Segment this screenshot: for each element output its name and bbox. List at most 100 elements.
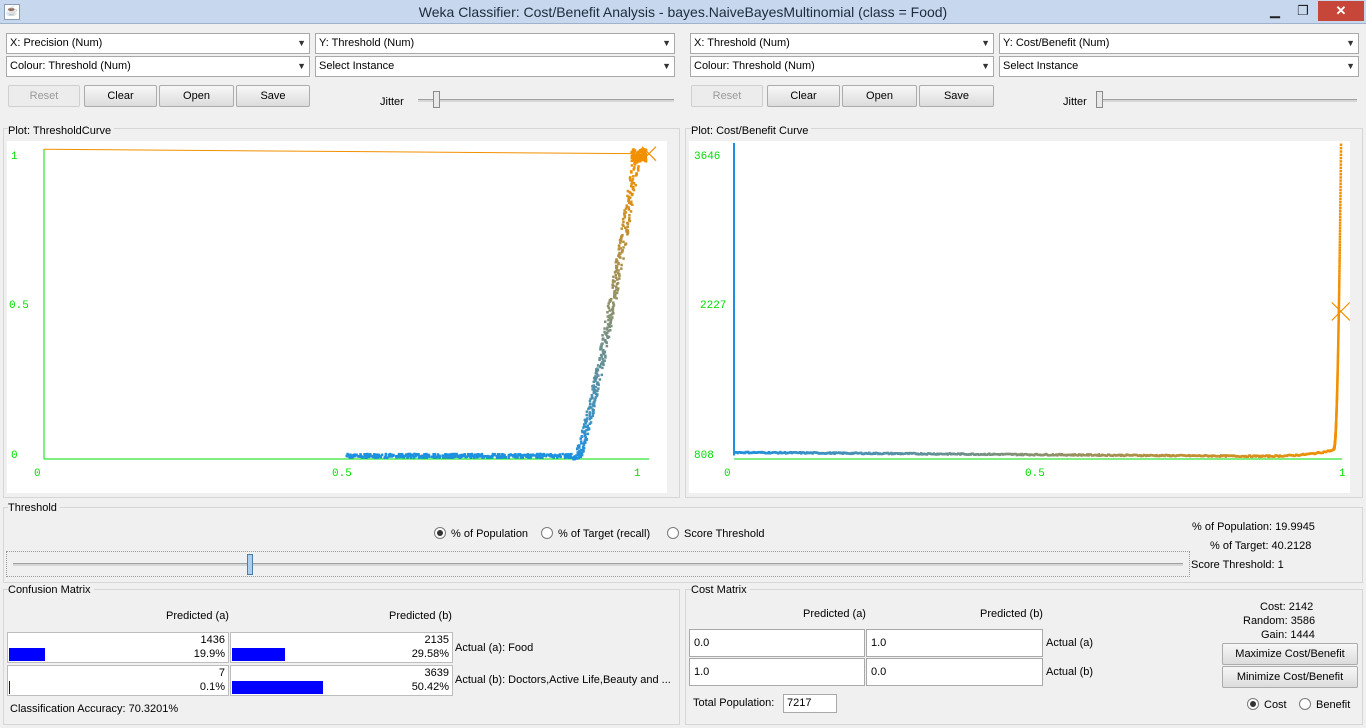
- minimize-button[interactable]: ▁: [1262, 1, 1288, 21]
- radio-pct-population[interactable]: % of Population: [434, 527, 528, 540]
- left-y-tick-mid: 0.5: [9, 300, 29, 312]
- left-curve-point: [463, 453, 467, 456]
- left-curve-point: [618, 251, 621, 255]
- cost-benefit-plot[interactable]: 3646 2227 808 0 0.5 1: [689, 141, 1351, 493]
- left-curve-point: [501, 453, 505, 457]
- left-select-instance-value: Select Instance: [319, 60, 395, 72]
- left-jitter-track: [418, 99, 674, 102]
- left-curve-point: [593, 398, 597, 401]
- right-jitter-slider[interactable]: [1096, 91, 1103, 108]
- radio-pct-target[interactable]: % of Target (recall): [541, 527, 650, 540]
- cost-cell-ab[interactable]: 1.0: [866, 629, 1043, 657]
- cost-cell-aa[interactable]: 0.0: [689, 629, 865, 657]
- right-curve-point: [1339, 163, 1343, 166]
- cost-cell-ba[interactable]: 1.0: [689, 658, 865, 686]
- minimize-cost-benefit-button[interactable]: Minimize Cost/Benefit: [1222, 666, 1358, 688]
- right-save-button[interactable]: Save: [919, 85, 994, 107]
- left-curve-point: [608, 309, 611, 312]
- right-reset-button[interactable]: Reset: [691, 85, 763, 107]
- cost-col-predicted-b: Predicted (b): [980, 608, 1043, 620]
- right-curve-point: [1338, 232, 1342, 236]
- threshold-slider[interactable]: [6, 551, 1190, 577]
- radio-cost[interactable]: Cost: [1247, 698, 1287, 711]
- left-curve-point: [508, 453, 512, 457]
- right-curve-point: [1339, 156, 1343, 160]
- chevron-down-icon: ▼: [662, 61, 671, 71]
- left-curve-point: [616, 281, 620, 285]
- right-curve-point: [1339, 188, 1342, 192]
- threshold-curve-plot[interactable]: 1 0.5 0 0 0.5 1: [7, 141, 667, 493]
- right-clear-button[interactable]: Clear: [767, 85, 840, 107]
- left-colour-select[interactable]: Colour: Threshold (Num) ▼: [6, 56, 310, 77]
- stat-pct-target: % of Target: 40.2128: [1210, 540, 1312, 552]
- stat-score-threshold: Score Threshold: 1: [1191, 559, 1284, 571]
- right-curve-point: [1337, 300, 1341, 304]
- chevron-down-icon: ▼: [662, 38, 671, 48]
- left-curve-point: [580, 429, 584, 433]
- right-select-instance[interactable]: Select Instance ▼: [999, 56, 1359, 77]
- left-jitter-label: Jitter: [380, 96, 404, 108]
- left-curve-point: [632, 185, 635, 189]
- left-curve-point: [635, 172, 638, 175]
- maximize-cost-benefit-button[interactable]: Maximize Cost/Benefit: [1222, 643, 1358, 665]
- radio-dot-selected: [1247, 698, 1259, 710]
- right-curve-point: [1338, 224, 1342, 227]
- left-curve-point: [588, 411, 592, 414]
- total-population-input[interactable]: 7217: [783, 694, 837, 713]
- left-curve-point: [610, 324, 613, 328]
- confusion-col-predicted-b: Predicted (b): [389, 610, 452, 622]
- left-curve-point: [620, 263, 623, 267]
- right-y-axis-select[interactable]: Y: Cost/Benefit (Num) ▼: [999, 33, 1359, 54]
- left-curve-point: [530, 453, 534, 457]
- left-clear-button[interactable]: Clear: [84, 85, 157, 107]
- left-y-tick-top: 1: [11, 151, 18, 163]
- radio-benefit[interactable]: Benefit: [1299, 698, 1350, 711]
- left-select-instance[interactable]: Select Instance ▼: [315, 56, 675, 77]
- right-colour-select[interactable]: Colour: Threshold (Num) ▼: [690, 56, 994, 77]
- close-button[interactable]: ✕: [1318, 1, 1364, 21]
- chevron-down-icon: ▼: [981, 38, 990, 48]
- left-open-button[interactable]: Open: [159, 85, 234, 107]
- left-curve-point: [541, 453, 544, 456]
- left-curve-point: [614, 273, 618, 277]
- left-curve-point: [608, 329, 612, 332]
- left-reset-button[interactable]: Reset: [8, 85, 80, 107]
- left-curve-point: [603, 330, 606, 334]
- cost-summary-gain: Gain: 1444: [1261, 629, 1315, 641]
- right-y-axis-value: Y: Cost/Benefit (Num): [1003, 37, 1110, 49]
- left-curve-point: [451, 455, 454, 459]
- right-y-tick-top: 3646: [694, 151, 720, 163]
- right-open-button[interactable]: Open: [842, 85, 917, 107]
- left-save-button[interactable]: Save: [236, 85, 310, 107]
- left-jitter-slider[interactable]: [433, 91, 440, 108]
- left-x-axis-select[interactable]: X: Precision (Num) ▼: [6, 33, 310, 54]
- left-curve-point: [567, 456, 571, 459]
- left-curve-point: [621, 223, 624, 227]
- maximize-button[interactable]: ❐: [1290, 1, 1316, 21]
- right-curve-point: [1338, 218, 1342, 221]
- left-curve-point: [585, 417, 589, 420]
- threshold-slider-track: [13, 563, 1183, 566]
- right-curve-point: [1338, 227, 1342, 230]
- left-curve-point: [611, 283, 614, 287]
- left-curve-point: [447, 455, 450, 459]
- left-curve-point: [638, 156, 641, 159]
- right-curve-point: [1337, 303, 1341, 306]
- left-x-tick-end: 1: [634, 468, 641, 480]
- right-curve-point: [1339, 185, 1342, 189]
- right-curve-point: [1339, 191, 1342, 195]
- right-x-axis-select[interactable]: X: Threshold (Num) ▼: [690, 33, 994, 54]
- left-curve-point: [637, 165, 640, 168]
- left-curve-point: [622, 240, 625, 244]
- left-curve-point: [369, 453, 372, 456]
- left-plot-marks: [43, 146, 657, 461]
- confusion-bar: [232, 648, 285, 661]
- right-curve-point: [1339, 160, 1343, 163]
- right-x-tick-end: 1: [1339, 468, 1346, 480]
- left-y-axis-select[interactable]: Y: Threshold (Num) ▼: [315, 33, 675, 54]
- left-curve-point: [626, 189, 630, 193]
- radio-score-threshold[interactable]: Score Threshold: [667, 527, 765, 540]
- left-curve-point: [620, 267, 623, 270]
- cost-cell-bb[interactable]: 0.0: [866, 658, 1043, 686]
- threshold-slider-thumb[interactable]: [247, 554, 253, 575]
